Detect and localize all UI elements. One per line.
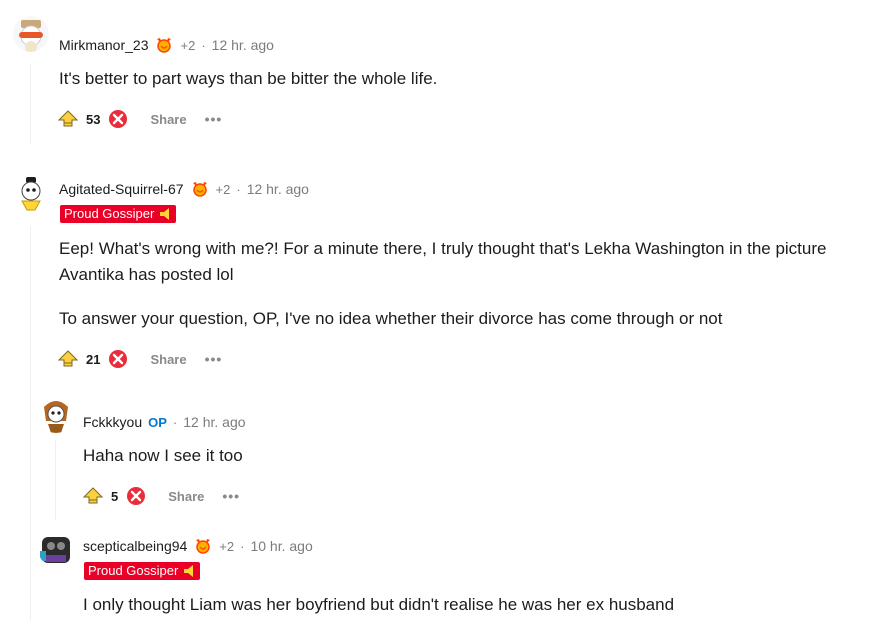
thread-line[interactable]	[30, 226, 31, 620]
share-button[interactable]: Share	[168, 489, 204, 504]
username[interactable]: Agitated-Squirrel-67	[59, 181, 184, 197]
thread-line[interactable]	[30, 64, 31, 144]
separator: ·	[201, 37, 206, 53]
vote-count: 53	[86, 111, 101, 127]
upvote-icon[interactable]	[58, 109, 78, 129]
comment-actions: 53 Share •••	[58, 107, 222, 131]
avatar[interactable]	[13, 16, 49, 52]
downvote-icon[interactable]	[126, 486, 146, 506]
vote-box: 5	[83, 486, 146, 506]
vote-count: 21	[86, 351, 101, 367]
share-button[interactable]: Share	[150, 352, 186, 367]
timestamp[interactable]: 12 hr. ago	[247, 181, 309, 197]
avatar[interactable]	[38, 531, 74, 567]
comment-text: It's better to part ways than be bitter …	[59, 69, 438, 88]
award-count: +2	[215, 181, 231, 197]
share-button[interactable]: Share	[150, 112, 186, 127]
comment-text: Eep! What's wrong with me?! For a minute…	[59, 239, 827, 284]
timestamp[interactable]: 12 hr. ago	[212, 37, 274, 53]
flair-text: Proud Gossiper	[64, 206, 155, 221]
vote-count: 5	[111, 488, 119, 504]
comment-meta: Mirkmanor_23 +2 · 12 hr. ago	[59, 35, 274, 55]
comment-text: I only thought Liam was her boyfriend bu…	[83, 595, 675, 614]
comment-text: To answer your question, OP, I've no ide…	[59, 309, 723, 328]
comment-meta: scepticalbeing94 +2 · 10 hr. ago	[83, 536, 313, 556]
avatar[interactable]	[38, 397, 74, 433]
username[interactable]: Fckkkyou	[83, 414, 142, 430]
more-options-button[interactable]: •••	[205, 351, 223, 367]
avatar[interactable]	[13, 175, 49, 211]
award-icon[interactable]	[154, 35, 174, 55]
comment-actions: 5 Share •••	[83, 484, 240, 508]
separator: ·	[172, 414, 178, 430]
thread-line[interactable]	[55, 440, 56, 520]
separator: ·	[240, 538, 245, 554]
vote-box: 21	[58, 349, 128, 369]
comment-meta: Fckkkyou OP · 12 hr. ago	[83, 412, 246, 432]
comment-actions: 21 Share •••	[58, 347, 222, 371]
user-flair: Proud Gossiper	[84, 562, 201, 580]
flair-text: Proud Gossiper	[88, 563, 179, 578]
downvote-icon[interactable]	[108, 349, 128, 369]
award-icon[interactable]	[190, 179, 210, 199]
award-icon[interactable]	[193, 536, 213, 556]
timestamp[interactable]: 12 hr. ago	[183, 414, 245, 430]
timestamp[interactable]: 10 hr. ago	[250, 538, 312, 554]
upvote-icon[interactable]	[58, 349, 78, 369]
separator: ·	[236, 181, 241, 197]
comment-text: Haha now I see it too	[83, 446, 243, 465]
award-count: +2	[180, 37, 196, 53]
more-options-button[interactable]: •••	[222, 488, 240, 504]
more-options-button[interactable]: •••	[205, 111, 223, 127]
op-badge: OP	[148, 414, 167, 430]
flair-emoji-icon	[160, 208, 170, 220]
username[interactable]: scepticalbeing94	[83, 538, 187, 554]
flair-emoji-icon	[184, 565, 194, 577]
comment-meta: Agitated-Squirrel-67 +2 · 12 hr. ago	[59, 179, 309, 199]
award-count: +2	[219, 538, 235, 554]
vote-box: 53	[58, 109, 128, 129]
user-flair: Proud Gossiper	[60, 205, 177, 223]
upvote-icon[interactable]	[83, 486, 103, 506]
downvote-icon[interactable]	[108, 109, 128, 129]
username[interactable]: Mirkmanor_23	[59, 37, 148, 53]
